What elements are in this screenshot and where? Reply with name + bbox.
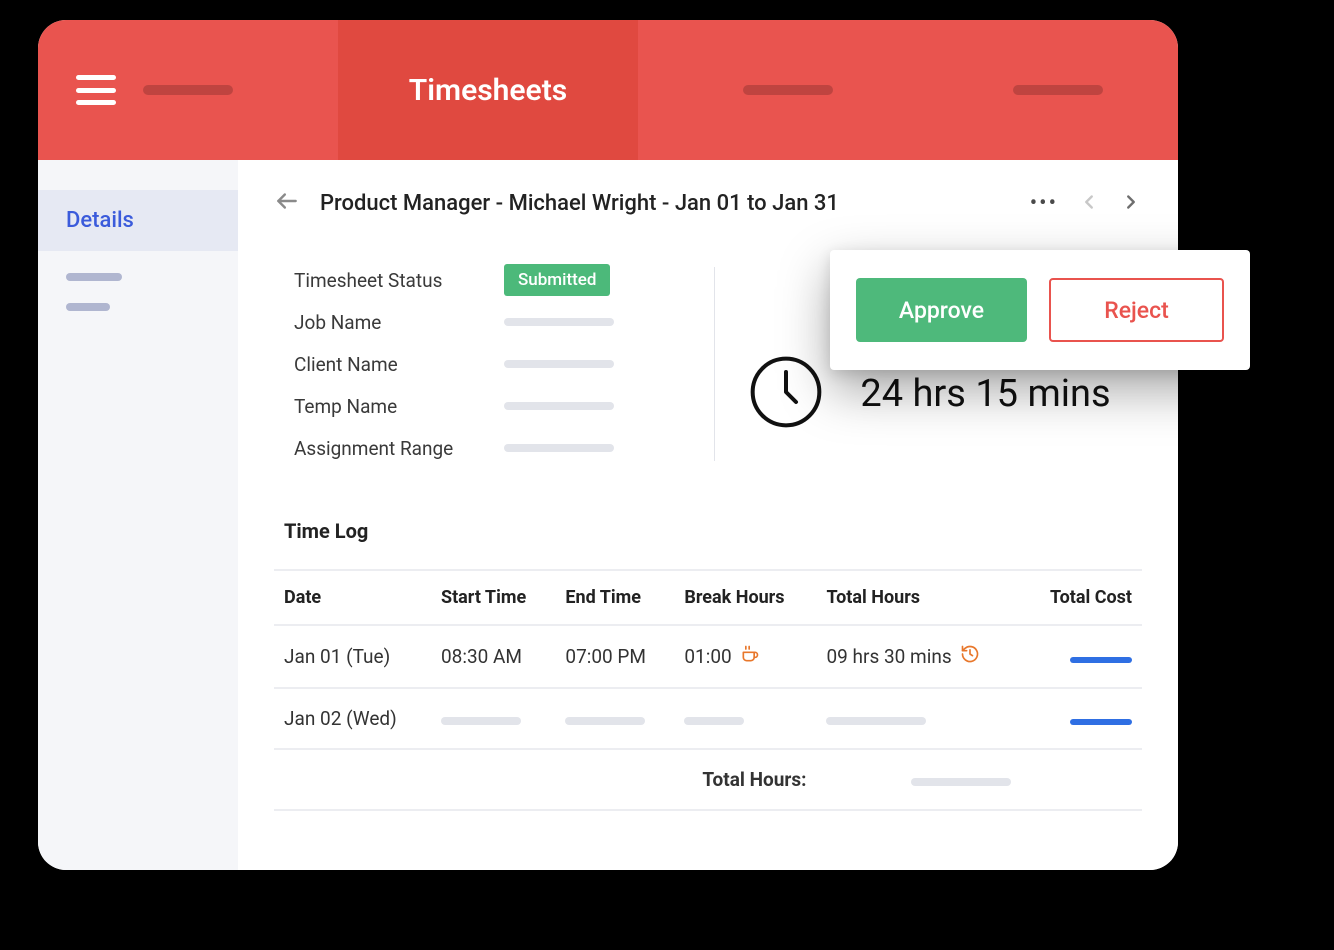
cell-total	[816, 688, 1021, 749]
sidebar-item-placeholder	[66, 303, 110, 311]
cell-date: Jan 02 (Wed)	[274, 688, 431, 749]
total-hours-label: Total Hours:	[274, 749, 816, 810]
cell-cost	[1021, 688, 1142, 749]
value-client-name	[504, 360, 614, 368]
cell-start	[431, 688, 555, 749]
approve-button[interactable]: Approve	[856, 278, 1027, 342]
summary-fields: Timesheet Status Submitted Job Name Clie…	[274, 259, 714, 469]
cell-break	[674, 688, 816, 749]
label-temp-name: Temp Name	[294, 395, 504, 418]
col-break-hours: Break Hours	[674, 570, 816, 625]
label-client-name: Client Name	[294, 353, 504, 376]
toolbar: Product Manager - Michael Wright - Jan 0…	[274, 188, 1142, 219]
timelog-table: Date Start Time End Time Break Hours Tot…	[274, 569, 1142, 811]
cell-total: 09 hrs 30 mins	[816, 625, 1021, 688]
table-row[interactable]: Jan 02 (Wed)	[274, 688, 1142, 749]
col-date: Date	[274, 570, 431, 625]
app-card: Timesheets Details Product Manager - Mic…	[38, 20, 1178, 870]
app-header: Timesheets	[38, 20, 1178, 160]
col-total-hours: Total Hours	[816, 570, 1021, 625]
table-row[interactable]: Jan 01 (Tue) 08:30 AM 07:00 PM 01:00	[274, 625, 1142, 688]
breadcrumb: Product Manager - Michael Wright - Jan 0…	[320, 191, 839, 216]
col-total-cost: Total Cost	[1021, 570, 1142, 625]
total-hours-value	[816, 749, 1021, 810]
sidebar-tab-details[interactable]: Details	[38, 190, 238, 251]
value-temp-name	[504, 402, 614, 410]
value-job-name	[504, 318, 614, 326]
history-icon	[960, 644, 980, 669]
cell-end	[555, 688, 674, 749]
timelog-title: Time Log	[274, 519, 1142, 543]
col-end-time: End Time	[555, 570, 674, 625]
sidebar-item-placeholder	[66, 273, 122, 281]
approval-action-card: Approve Reject	[830, 250, 1250, 370]
cell-start: 08:30 AM	[431, 625, 555, 688]
label-timesheet-status: Timesheet Status	[294, 269, 504, 292]
reject-button[interactable]: Reject	[1049, 278, 1224, 342]
col-start-time: Start Time	[431, 570, 555, 625]
cell-end: 07:00 PM	[555, 625, 674, 688]
header-right-placeholder-a	[743, 85, 833, 95]
coffee-icon	[740, 644, 760, 669]
hamburger-menu-icon[interactable]	[76, 75, 116, 105]
cell-date: Jan 01 (Tue)	[274, 625, 431, 688]
clock-icon	[746, 352, 826, 436]
sidebar: Details	[38, 160, 238, 870]
timelog-section: Time Log Date Start Time End Time Break …	[274, 519, 1142, 811]
header-segment-left	[38, 20, 338, 160]
back-arrow-icon[interactable]	[274, 188, 300, 219]
header-segment-right-a	[638, 20, 938, 160]
table-total-row: Total Hours:	[274, 749, 1142, 810]
header-segment-right-b	[938, 20, 1178, 160]
value-assignment-range	[504, 444, 614, 452]
label-assignment-range: Assignment Range	[294, 437, 504, 460]
more-options-icon[interactable]: •••	[1030, 191, 1058, 216]
next-record-icon[interactable]	[1120, 191, 1142, 217]
header-right-placeholder-b	[1013, 85, 1103, 95]
cell-break: 01:00	[674, 625, 816, 688]
label-job-name: Job Name	[294, 311, 504, 334]
total-time-value: 24 hrs 15 mins	[860, 372, 1110, 416]
header-left-placeholder	[143, 85, 233, 95]
prev-record-icon[interactable]	[1078, 191, 1100, 217]
status-badge: Submitted	[504, 264, 610, 296]
page-title: Timesheets	[409, 73, 567, 108]
cell-cost	[1021, 625, 1142, 688]
header-segment-center: Timesheets	[338, 20, 638, 160]
